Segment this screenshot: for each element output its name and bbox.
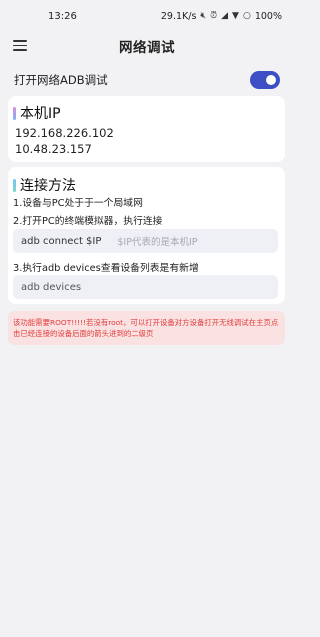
ip-address: 10.48.23.157	[15, 142, 92, 156]
alarm-icon: ⏰︎	[210, 11, 218, 21]
mute-icon: 🔇︎	[200, 11, 207, 21]
battery-icon: ○	[242, 11, 251, 21]
toggle-knob	[266, 75, 276, 85]
adb-connect-command[interactable]: adb connect $IP $IP代表的是本机IP	[13, 229, 278, 253]
status-bar: 13:26 29.1K/s 🔇︎ ⏰︎ ◢ ▼ ○ 100%	[0, 0, 294, 32]
net-speed: 29.1K/s	[160, 10, 197, 22]
local-ip-card: 本机IP 192.168.226.102 10.48.23.157	[8, 96, 285, 162]
adb-connect-text: adb connect $IP	[21, 235, 102, 247]
app-bar: 网络调试	[0, 32, 294, 60]
no-sim-icon: ◢	[221, 11, 229, 21]
page-title: 网络调试	[119, 40, 175, 56]
step-2-text: 2.打开PC的终端模拟器，执行连接	[13, 216, 163, 227]
root-warning-banner: 该功能需要ROOT!!!!!若没有root，可以打开设备对方设备打开无线调试在主…	[8, 311, 285, 345]
status-icons: 29.1K/s 🔇︎ ⏰︎ ◢ ▼ ○ 100%	[161, 11, 282, 22]
connect-method-header: 连接方法	[13, 175, 76, 195]
adb-devices-text: adb devices	[21, 281, 82, 293]
local-ip-title: 本机IP	[20, 106, 61, 122]
battery-level: 100%	[254, 10, 282, 22]
connect-method-title: 连接方法	[20, 178, 76, 194]
hamburger-menu-icon[interactable]	[13, 40, 27, 51]
wifi-icon: ▼	[232, 11, 239, 21]
adb-toggle-switch[interactable]	[250, 71, 280, 89]
accent-bar	[13, 178, 16, 192]
ip-address: 192.168.226.102	[15, 126, 114, 140]
connect-method-card: 连接方法 1.设备与PC处于于一个局域网 2.打开PC的终端模拟器，执行连接 a…	[8, 167, 285, 304]
step-3-text: 3.执行adb devices查看设备列表是有新增	[13, 263, 199, 274]
status-time: 13:26	[48, 10, 77, 22]
adb-devices-command[interactable]: adb devices	[13, 275, 278, 299]
adb-connect-hint: $IP代表的是本机IP	[117, 237, 198, 248]
accent-bar	[13, 106, 16, 120]
adb-toggle-label: 打开网络ADB调试	[14, 73, 108, 87]
local-ip-header: 本机IP	[13, 103, 61, 123]
step-1-text: 1.设备与PC处于于一个局域网	[13, 198, 143, 209]
adb-toggle-row: 打开网络ADB调试	[14, 68, 280, 92]
